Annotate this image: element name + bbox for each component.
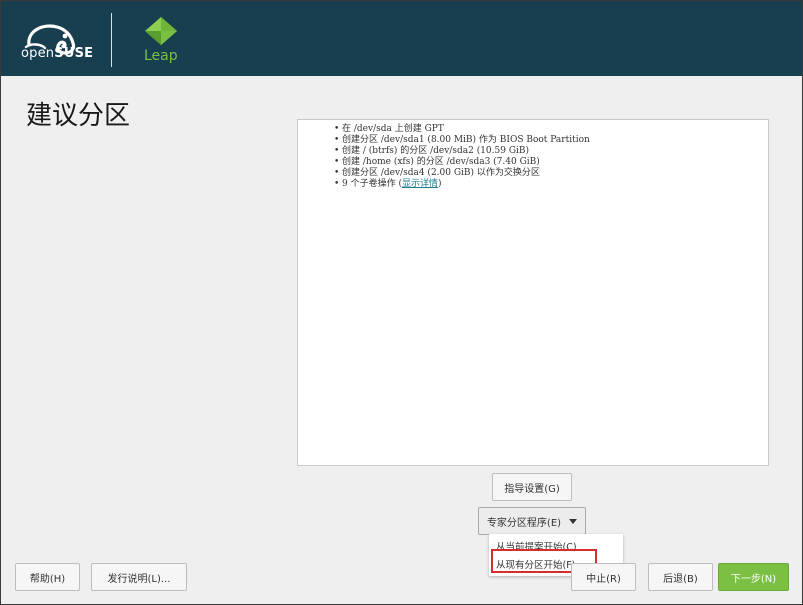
proposal-summary: 在 /dev/sda 上创建 GPT 创建分区 /dev/sda1 (8.00 … — [297, 119, 769, 466]
abort-button[interactable]: 中止(R) — [571, 563, 636, 591]
expert-partitioner-label: 专家分区程序(E) — [486, 517, 562, 529]
show-details-link[interactable]: 显示详情 — [402, 179, 438, 189]
help-button[interactable]: 帮助(H) — [15, 563, 80, 591]
list-item: 在 /dev/sda 上创建 GPT — [334, 124, 768, 135]
page-title: 建议分区 — [26, 101, 131, 131]
brand-prefix: open — [21, 46, 55, 61]
guided-setup-button[interactable]: 指导设置(G) — [492, 473, 572, 501]
list-item: 创建分区 /dev/sda4 (2.00 GiB) 以作为交换分区 — [334, 168, 768, 179]
brand-wordmark: openSUSE — [21, 46, 93, 61]
brand-suffix: SUSE — [54, 46, 94, 61]
list-item-subvolumes: 9 个子卷操作 (显示详情) — [334, 179, 768, 190]
release-notes-button[interactable]: 发行说明(L)... — [91, 563, 187, 591]
header-divider — [111, 13, 112, 67]
installer-window: openSUSE Leap 建议分区 在 /dev/sda 上创建 GPT 创建… — [0, 0, 803, 605]
list-item: 创建 /home (xfs) 的分区 /dev/sda3 (7.40 GiB) — [334, 157, 768, 168]
next-button[interactable]: 下一步(N) — [718, 563, 789, 591]
list-item: 创建 / (btrfs) 的分区 /dev/sda2 (10.59 GiB) — [334, 146, 768, 157]
expert-partitioner-button[interactable]: 专家分区程序(E) — [478, 507, 586, 535]
product-name: Leap — [144, 48, 178, 64]
proposal-list: 在 /dev/sda 上创建 GPT 创建分区 /dev/sda1 (8.00 … — [334, 124, 768, 190]
back-button[interactable]: 后退(B) — [648, 563, 713, 591]
list-item: 创建分区 /dev/sda1 (8.00 MiB) 作为 BIOS Boot P… — [334, 135, 768, 146]
subvolumes-text: 9 个子卷操作 ( — [342, 179, 402, 189]
header-bar: openSUSE Leap — [1, 1, 802, 76]
leap-logo-icon — [145, 17, 177, 45]
subvolumes-close: ) — [437, 179, 442, 189]
caret-down-icon — [569, 518, 578, 524]
